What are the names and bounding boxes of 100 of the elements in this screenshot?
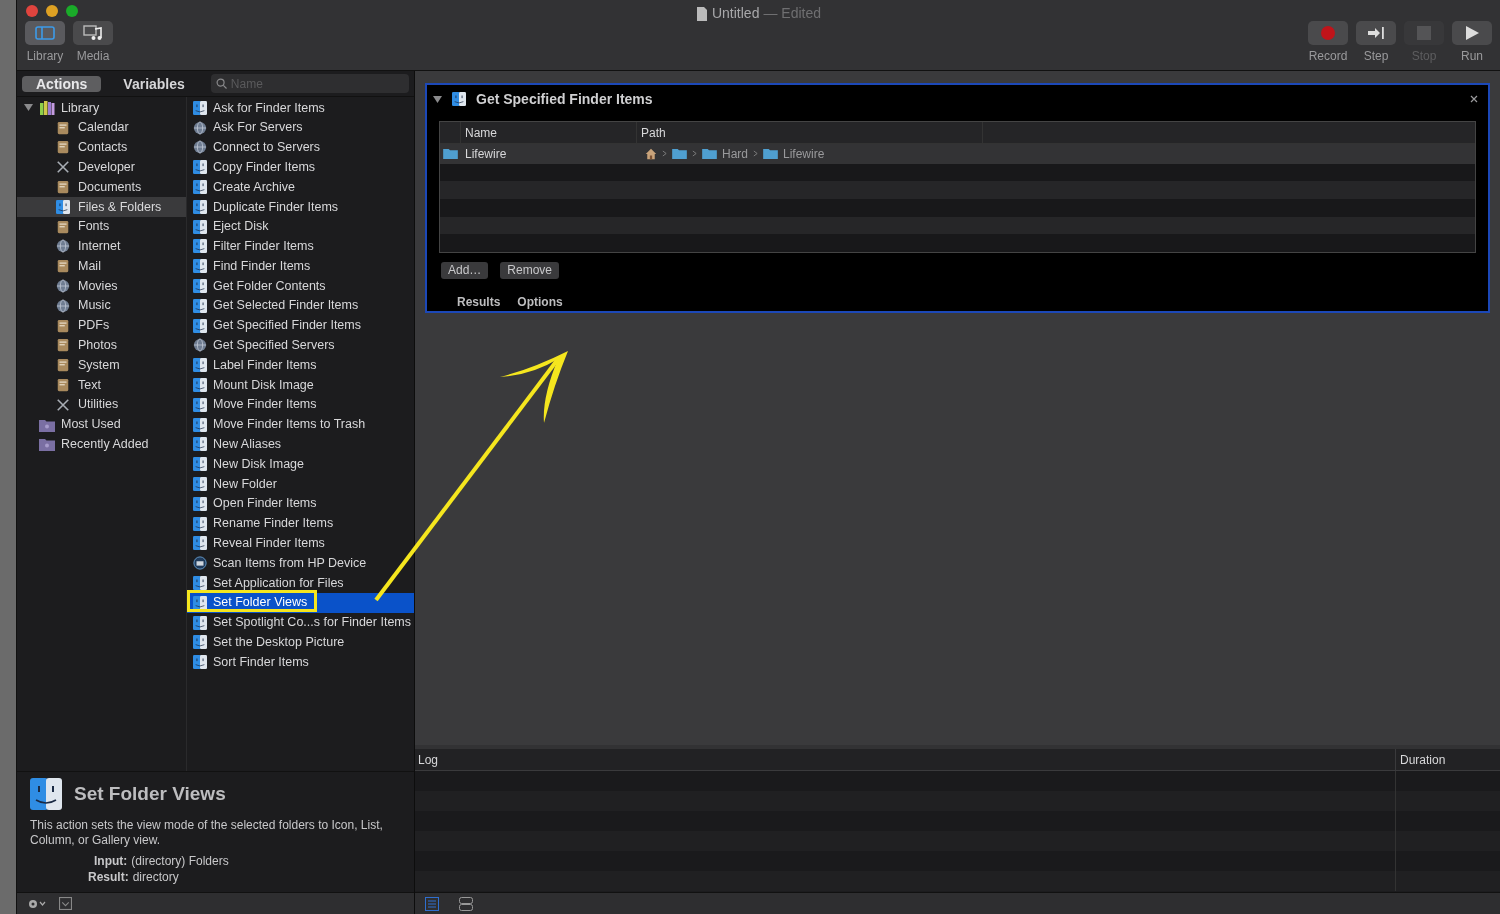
action-item[interactable]: New Folder — [187, 474, 414, 494]
finder-face-icon — [193, 279, 207, 294]
table-button[interactable]: Remove — [500, 262, 560, 279]
action-item[interactable]: Eject Disk — [187, 216, 414, 237]
action-item[interactable]: New Disk Image — [187, 454, 414, 475]
action-item[interactable]: New Aliases — [187, 434, 414, 455]
finder-face-icon — [193, 358, 207, 373]
action-item[interactable]: Ask for Finder Items — [187, 98, 414, 118]
table-button[interactable]: Add… — [441, 262, 489, 279]
library-item[interactable]: Fonts — [17, 216, 186, 237]
finder-face-icon — [193, 219, 207, 234]
library-item[interactable]: Movies — [17, 276, 186, 296]
library-item[interactable]: Contacts — [17, 137, 186, 158]
action-item[interactable]: Scan Items from HP Device — [187, 553, 414, 574]
action-item[interactable]: Copy Finder Items — [187, 157, 414, 178]
action-item[interactable]: Get Specified Servers — [187, 335, 414, 356]
zoom-button[interactable] — [66, 5, 78, 17]
action-item[interactable]: Create Archive — [187, 177, 414, 197]
document-icon — [695, 6, 708, 21]
path-segment[interactable]: Lifewire — [783, 144, 825, 163]
close-button[interactable] — [26, 5, 38, 17]
stop-icon — [1417, 26, 1431, 40]
card-tab[interactable]: Options — [517, 293, 563, 311]
action-item[interactable]: Open Finder Items — [187, 493, 414, 514]
library-item[interactable]: Developer — [17, 157, 186, 178]
column-header[interactable]: Duration — [1396, 749, 1500, 770]
folder-icon — [702, 148, 717, 160]
globe-icon — [193, 120, 207, 135]
library-item[interactable]: Mail — [17, 256, 186, 277]
search-icon — [215, 78, 227, 89]
action-item[interactable]: Move Finder Items to Trash — [187, 414, 414, 435]
globe-icon — [56, 298, 70, 313]
folder-icon — [39, 437, 55, 452]
list-view-icon[interactable] — [425, 896, 439, 911]
library-item[interactable]: PDFs — [17, 315, 186, 336]
finder-face-icon — [193, 595, 207, 610]
column-header[interactable]: Log — [415, 749, 1396, 770]
library-item[interactable]: Recently Added — [17, 434, 186, 455]
description-text: This action sets the view mode of the selected folders to Icon, List, Column, or Gallery view. — [30, 818, 384, 848]
action-item[interactable]: Mount Disk Image — [187, 375, 414, 395]
action-item[interactable]: Duplicate Finder Items — [187, 197, 414, 217]
library-item[interactable]: Library — [17, 98, 186, 118]
action-item[interactable]: Get Specified Finder Items — [187, 315, 414, 336]
finder-face-icon — [193, 378, 207, 393]
column-header[interactable]: Path — [637, 122, 983, 143]
finder-face-icon — [193, 655, 207, 670]
toolbar-button[interactable] — [1452, 21, 1492, 45]
finder-face-icon — [193, 477, 207, 492]
action-item[interactable]: Get Folder Contents — [187, 276, 414, 296]
folder-icon — [39, 417, 55, 432]
step-icon — [1367, 26, 1385, 40]
checkbox-icon[interactable] — [59, 897, 72, 910]
finder-face-icon — [193, 576, 207, 590]
disclosure-triangle-icon[interactable] — [24, 103, 33, 113]
action-item[interactable]: Ask For Servers — [187, 117, 414, 138]
disclosure-triangle-icon[interactable] — [433, 94, 442, 104]
close-icon[interactable] — [1470, 95, 1478, 103]
action-item[interactable]: Set Application for Files — [187, 573, 414, 593]
action-item[interactable]: Connect to Servers — [187, 137, 414, 158]
action-item[interactable]: Label Finder Items — [187, 355, 414, 376]
finder-face-icon — [56, 199, 70, 214]
library-item[interactable]: Internet — [17, 236, 186, 257]
column-header[interactable]: Name — [461, 122, 637, 143]
gear-icon[interactable] — [27, 897, 47, 910]
library-item[interactable]: Most Used — [17, 414, 186, 435]
tab[interactable]: Actions — [22, 75, 102, 92]
description-title: Set Folder Views — [74, 781, 226, 806]
toolbar-button[interactable] — [73, 21, 113, 45]
globe-icon — [56, 239, 70, 254]
finder-face-icon — [193, 496, 207, 511]
minimize-button[interactable] — [46, 5, 58, 17]
tab[interactable]: Variables — [109, 75, 199, 92]
library-item[interactable]: System — [17, 355, 186, 376]
library-item[interactable]: Files & Folders — [17, 197, 186, 217]
action-item[interactable]: Move Finder Items — [187, 394, 414, 415]
document-icon — [56, 318, 70, 333]
action-item[interactable]: Get Selected Finder Items — [187, 295, 414, 316]
library-item[interactable]: Music — [17, 295, 186, 316]
edited-status: — Edited — [763, 4, 822, 23]
action-item[interactable]: Sort Finder Items — [187, 652, 414, 673]
action-item[interactable]: Set Spotlight Co...s for Finder Items — [187, 612, 414, 633]
library-item[interactable]: Calendar — [17, 117, 186, 138]
library-item[interactable]: Documents — [17, 177, 186, 197]
card-tab[interactable]: Results — [457, 293, 501, 311]
crossed-tools-icon — [56, 160, 70, 175]
action-item[interactable]: Find Finder Items — [187, 256, 414, 277]
library-item[interactable]: Text — [17, 375, 186, 395]
action-item[interactable]: Rename Finder Items — [187, 513, 414, 534]
action-item[interactable]: Filter Finder Items — [187, 236, 414, 257]
folder-icon — [672, 148, 687, 160]
library-item[interactable]: Utilities — [17, 394, 186, 415]
path-segment[interactable]: Hard — [722, 144, 748, 163]
action-item[interactable]: Reveal Finder Items — [187, 533, 414, 554]
chevron-icon — [753, 150, 758, 158]
action-item[interactable]: Set the Desktop Picture — [187, 632, 414, 653]
split-view-icon[interactable] — [459, 896, 473, 911]
house-icon — [645, 147, 657, 160]
finder-face-icon — [193, 318, 207, 333]
library-item[interactable]: Photos — [17, 335, 186, 356]
toolbar-button[interactable] — [1356, 21, 1396, 45]
